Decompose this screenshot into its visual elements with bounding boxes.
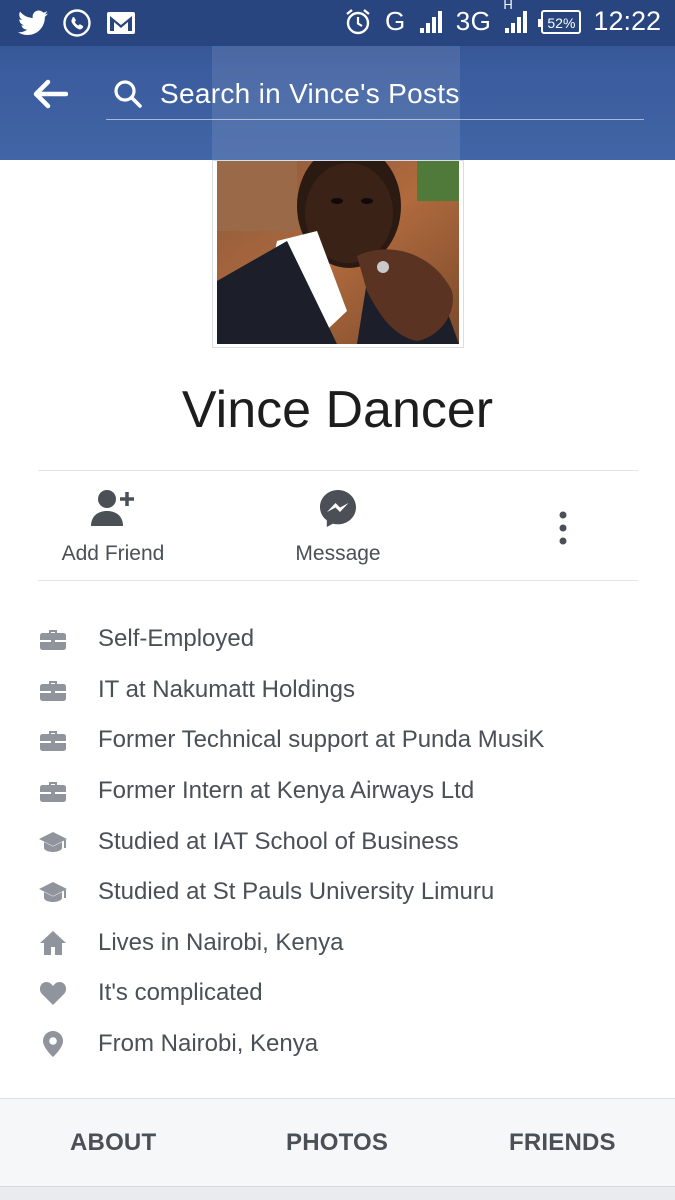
add-friend-button[interactable]: Add Friend	[58, 486, 168, 566]
signal-icon	[418, 7, 444, 37]
briefcase-icon	[38, 624, 68, 654]
profile-picture[interactable]	[212, 160, 464, 348]
info-text: Studied at IAT School of Business	[98, 827, 459, 855]
profile-name: Vince Dancer	[181, 381, 494, 439]
list-item[interactable]: From Nairobi, Kenya	[0, 1019, 675, 1070]
info-text: Former Intern at Kenya Airways Ltd	[98, 777, 475, 805]
battery-icon: 52%	[538, 9, 582, 34]
list-item: Self-Employed	[0, 614, 675, 665]
search-placeholder: Search in Vince's Posts	[160, 77, 460, 109]
avatar	[217, 161, 459, 344]
more-vertical-icon	[559, 511, 567, 545]
briefcase-icon	[38, 675, 68, 705]
info-text: IT at Nakumatt Holdings	[98, 675, 356, 703]
info-text: Former Technical support at Punda MusiK	[98, 726, 545, 754]
graduation-cap-icon	[38, 827, 68, 857]
gmail-icon	[106, 8, 136, 38]
profile-actions: Add Friend Message	[0, 472, 675, 580]
tab-about[interactable]: ABOUT	[70, 1129, 156, 1157]
location-pin-icon	[38, 1029, 68, 1059]
status-bar: G 3G H 52% 12:22	[0, 0, 675, 46]
tab-photos[interactable]: PHOTOS	[286, 1129, 388, 1157]
intro-info-list: Self-Employed IT at Nakumatt Holdings Fo…	[0, 614, 675, 1069]
home-icon	[38, 928, 68, 958]
message-button[interactable]: Message	[288, 486, 388, 566]
tab-friends[interactable]: FRIENDS	[509, 1129, 616, 1157]
more-options-button[interactable]	[548, 508, 578, 548]
back-button[interactable]	[30, 74, 70, 114]
graduation-cap-icon	[38, 877, 68, 907]
whatsapp-icon	[62, 8, 92, 38]
list-item[interactable]: Former Technical support at Punda MusiK	[0, 715, 675, 766]
profile-tabs: ABOUT PHOTOS FRIENDS	[0, 1098, 675, 1186]
divider	[38, 580, 638, 581]
info-text: From Nairobi, Kenya	[98, 1030, 319, 1058]
search-icon	[114, 79, 142, 108]
heart-icon	[38, 978, 68, 1008]
back-arrow-icon	[33, 79, 68, 109]
network-type-label: G	[384, 6, 406, 36]
briefcase-icon	[38, 776, 68, 806]
network-type-3g-label: 3G	[455, 6, 492, 36]
clock: 12:22	[593, 6, 661, 36]
list-item: It's complicated	[0, 968, 675, 1019]
briefcase-icon	[38, 725, 68, 755]
add-friend-icon	[89, 486, 137, 530]
list-item[interactable]: Former Intern at Kenya Airways Ltd	[0, 766, 675, 817]
app-header: G 3G H 52% 12:22 Search in Vince's Posts	[0, 0, 675, 160]
add-friend-label: Add Friend	[61, 542, 165, 565]
info-text: Lives in Nairobi, Kenya	[98, 928, 344, 956]
list-item[interactable]: Studied at IAT School of Business	[0, 816, 675, 867]
info-text: Studied at St Pauls University Limuru	[98, 878, 495, 906]
alarm-icon	[343, 7, 373, 37]
bottom-strip	[0, 1186, 675, 1200]
search-row: Search in Vince's Posts	[0, 46, 675, 160]
list-item[interactable]: IT at Nakumatt Holdings	[0, 665, 675, 716]
messenger-icon	[314, 486, 362, 530]
twitter-icon	[18, 8, 48, 38]
search-input[interactable]: Search in Vince's Posts	[106, 68, 644, 120]
info-text: Self-Employed	[98, 625, 255, 653]
list-item[interactable]: Lives in Nairobi, Kenya	[0, 918, 675, 969]
info-text: It's complicated	[98, 979, 263, 1007]
list-item[interactable]: Studied at St Pauls University Limuru	[0, 867, 675, 918]
network-badge: H	[503, 0, 513, 12]
message-label: Message	[295, 542, 381, 565]
divider	[38, 470, 638, 471]
